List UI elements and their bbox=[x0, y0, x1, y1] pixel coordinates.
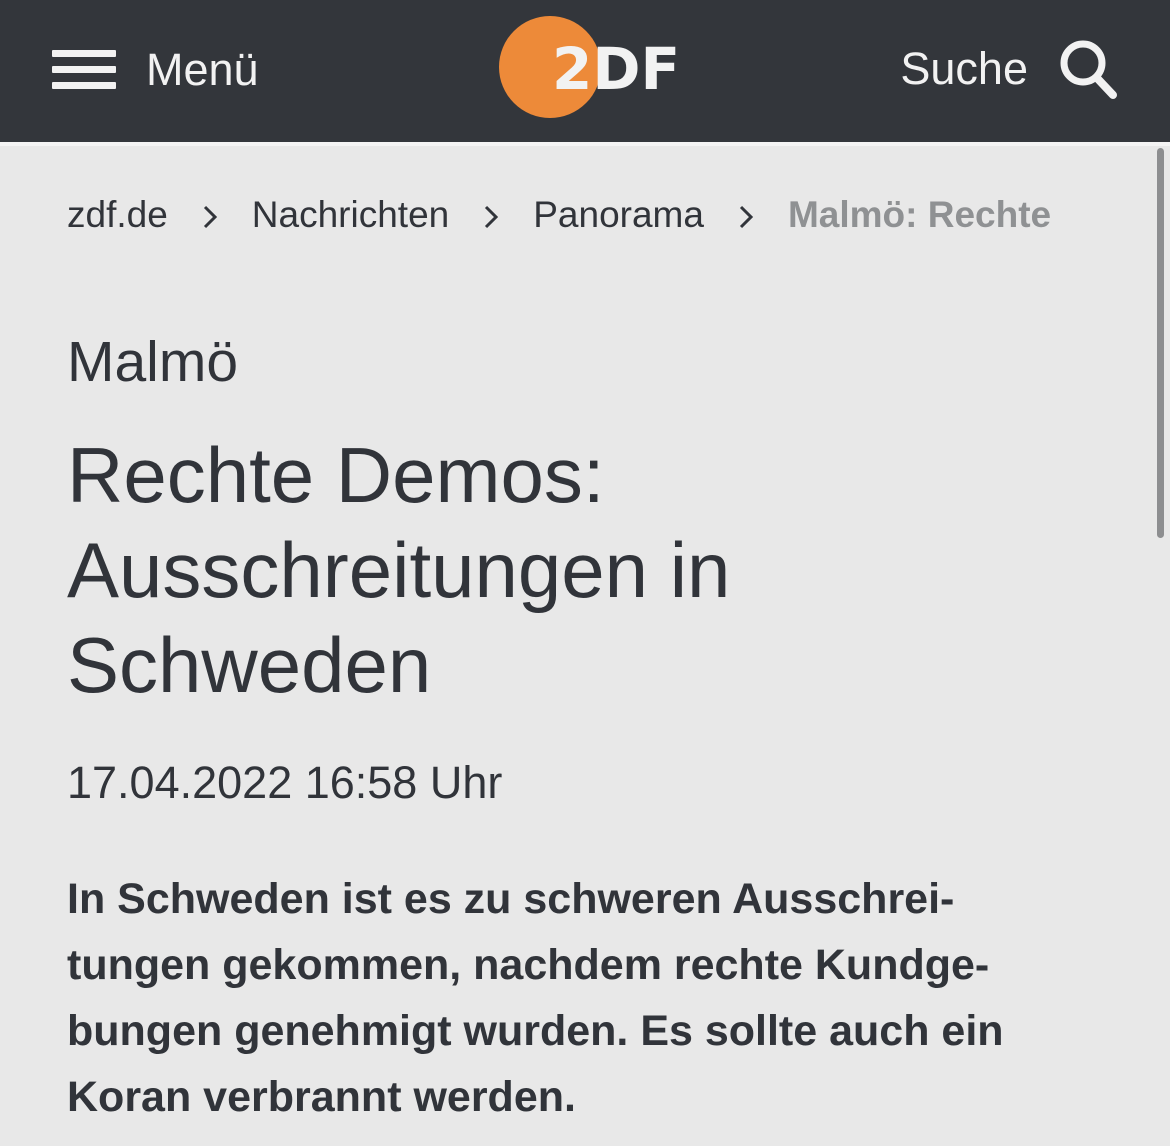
logo-text: 2DF bbox=[552, 35, 680, 103]
lead-line: Koran verbrannt werden. bbox=[67, 1073, 576, 1121]
menu-button[interactable]: Menü bbox=[52, 44, 259, 96]
article-lead: In Schweden ist es zu schweren Ausschrei… bbox=[67, 866, 1107, 1130]
breadcrumb-item-panorama[interactable]: Panorama bbox=[533, 194, 704, 236]
search-button[interactable]: Suche bbox=[900, 36, 1118, 102]
top-navigation-bar: Menü 2DF Suche bbox=[0, 0, 1170, 142]
hamburger-icon bbox=[52, 48, 116, 92]
headline-line: Schweden bbox=[67, 621, 432, 709]
zdf-logo[interactable]: 2DF bbox=[496, 14, 680, 120]
headline-line: Rechte Demos: bbox=[67, 431, 605, 519]
header-divider bbox=[0, 142, 1170, 146]
breadcrumb-item-zdf[interactable]: zdf.de bbox=[67, 194, 168, 236]
lead-line: In Schweden ist es zu schweren Ausschrei… bbox=[67, 875, 955, 923]
search-icon bbox=[1058, 38, 1118, 100]
lead-line: bungen genehmigt wurden. Es sollte auch … bbox=[67, 1007, 1004, 1055]
search-label: Suche bbox=[900, 43, 1028, 94]
chevron-right-icon bbox=[168, 194, 252, 236]
article-timestamp: 17.04.2022 16:58 Uhr bbox=[67, 757, 503, 808]
chevron-right-icon bbox=[704, 194, 788, 236]
article-kicker: Malmö bbox=[67, 330, 239, 394]
article-headline: Rechte Demos: Ausschreitungen in Schwede… bbox=[67, 428, 1107, 713]
breadcrumb: zdf.de Nachrichten Panorama Malmö: Recht… bbox=[67, 190, 1051, 240]
chevron-right-icon bbox=[449, 194, 533, 236]
lead-line: tungen gekommen, nachdem rechte Kundge- bbox=[67, 941, 990, 989]
breadcrumb-current: Malmö: Rechte bbox=[787, 194, 1052, 235]
menu-label: Menü bbox=[146, 44, 259, 95]
page-scrollbar[interactable] bbox=[1157, 148, 1164, 538]
headline-line: Ausschreitungen in bbox=[67, 526, 731, 614]
breadcrumb-item-nachrichten[interactable]: Nachrichten bbox=[252, 194, 449, 236]
